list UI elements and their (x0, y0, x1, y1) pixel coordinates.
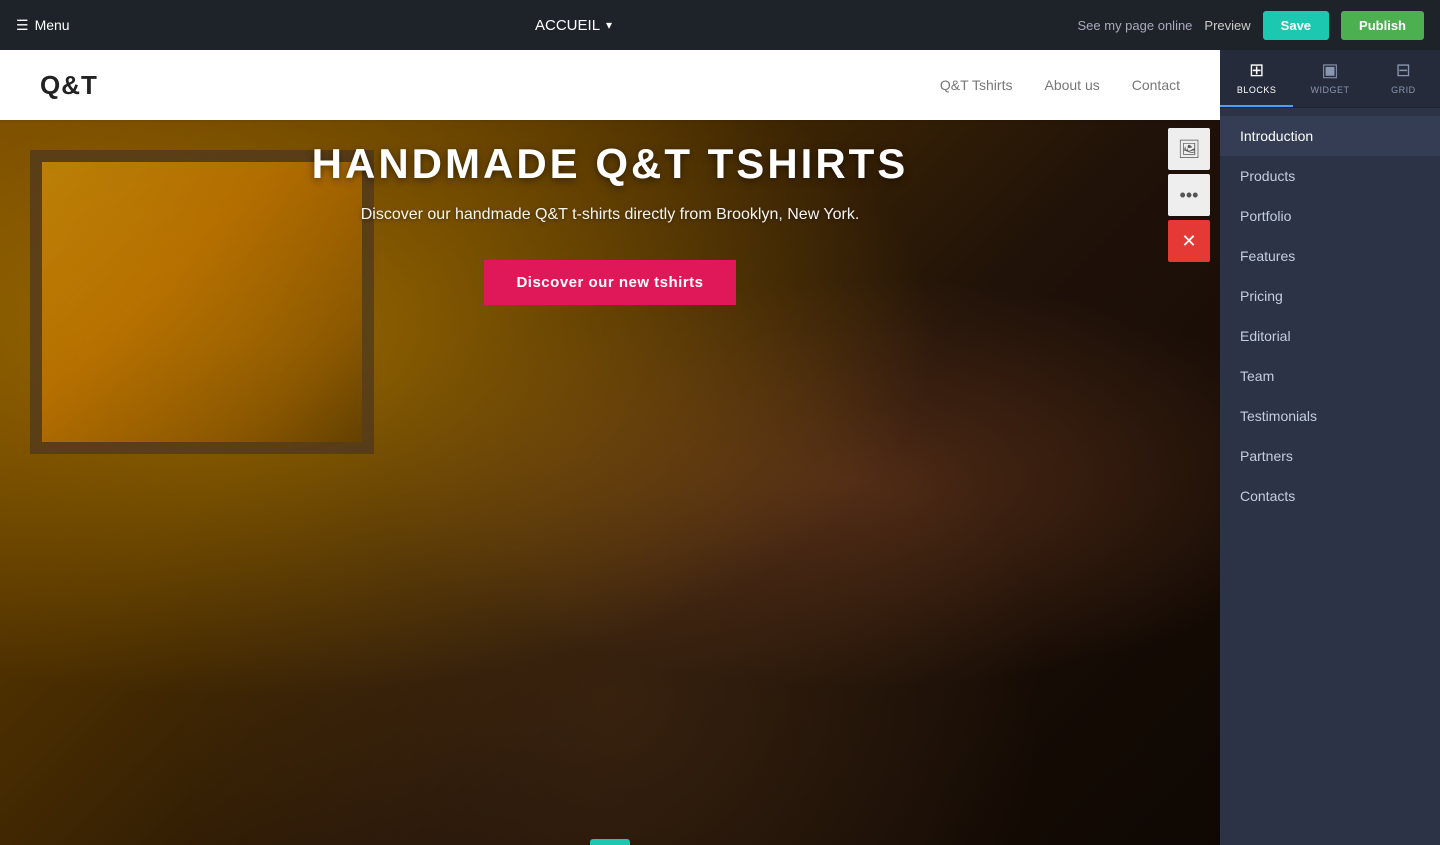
dots-icon: ••• (1180, 185, 1199, 206)
blocks-tab-icon: ⊞ (1249, 60, 1264, 81)
panel-item-team[interactable]: Team (1220, 356, 1440, 396)
menu-button[interactable]: ☰ Menu (16, 17, 70, 34)
menu-label: Menu (35, 17, 70, 33)
publish-button[interactable]: Publish (1341, 11, 1424, 40)
close-block-button[interactable]: ✕ (1168, 220, 1210, 262)
panel-item-introduction[interactable]: Introduction (1220, 116, 1440, 156)
grid-tab-icon: ⊟ (1396, 60, 1411, 81)
hero-subtitle: Discover our handmade Q&T t-shirts direc… (20, 206, 1200, 224)
tab-widget[interactable]: ▣ WIDGET (1293, 50, 1366, 107)
hero-content: HANDMADE Q&T TSHIRTS Discover our handma… (0, 120, 1220, 325)
grid-tab-label: GRID (1391, 85, 1416, 95)
preview-button[interactable]: Preview (1204, 18, 1250, 33)
hero-title: HANDMADE Q&T TSHIRTS (20, 140, 1200, 188)
panel-item-partners[interactable]: Partners (1220, 436, 1440, 476)
panel-item-testimonials[interactable]: Testimonials (1220, 396, 1440, 436)
right-panel: ⊞ BLOCKS ▣ WIDGET ⊟ GRID Introduction Pr… (1220, 50, 1440, 845)
image-tool-button[interactable]: 🖼 (1168, 128, 1210, 170)
topbar: ☰ Menu ACCUEIL ▾ See my page online Prev… (0, 0, 1440, 50)
panel-item-products[interactable]: Products (1220, 156, 1440, 196)
nav-link-about[interactable]: About us (1044, 77, 1099, 93)
panel-item-features[interactable]: Features (1220, 236, 1440, 276)
site-nav: Q&T Q&T Tshirts About us Contact (0, 50, 1220, 120)
site-logo: Q&T (40, 70, 98, 101)
hero-section: HANDMADE Q&T TSHIRTS Discover our handma… (0, 120, 1220, 845)
close-icon: ✕ (1181, 231, 1196, 252)
nav-link-tshirts[interactable]: Q&T Tshirts (940, 77, 1013, 93)
hero-cta-button[interactable]: Discover our new tshirts (484, 260, 735, 305)
chevron-down-icon: ▾ (606, 18, 612, 32)
blocks-tab-label: BLOCKS (1237, 85, 1277, 95)
canvas-area: Q&T Q&T Tshirts About us Contact HANDMAD… (0, 50, 1220, 845)
panel-item-portfolio[interactable]: Portfolio (1220, 196, 1440, 236)
panel-item-pricing[interactable]: Pricing (1220, 276, 1440, 316)
hamburger-icon: ☰ (16, 17, 29, 34)
panel-tabs: ⊞ BLOCKS ▣ WIDGET ⊟ GRID (1220, 50, 1440, 108)
nav-link-contact[interactable]: Contact (1132, 77, 1180, 93)
more-options-button[interactable]: ••• (1168, 174, 1210, 216)
topbar-left: ☰ Menu (16, 17, 70, 34)
side-toolbar: 🖼 ••• ✕ (1168, 128, 1210, 262)
bottom-indicator (590, 839, 630, 845)
page-name: ACCUEIL (535, 17, 600, 34)
panel-items: Introduction Products Portfolio Features… (1220, 108, 1440, 845)
website-preview: Q&T Q&T Tshirts About us Contact HANDMAD… (0, 50, 1220, 845)
panel-item-editorial[interactable]: Editorial (1220, 316, 1440, 356)
widget-tab-label: WIDGET (1310, 85, 1349, 95)
image-icon: 🖼 (1178, 139, 1201, 160)
tab-blocks[interactable]: ⊞ BLOCKS (1220, 50, 1293, 107)
site-nav-links: Q&T Tshirts About us Contact (940, 77, 1180, 93)
topbar-right: See my page online Preview Save Publish (1078, 11, 1425, 40)
tab-grid[interactable]: ⊟ GRID (1367, 50, 1440, 107)
see-online-link[interactable]: See my page online (1078, 18, 1193, 33)
widget-tab-icon: ▣ (1321, 60, 1338, 81)
main-layout: Q&T Q&T Tshirts About us Contact HANDMAD… (0, 50, 1440, 845)
page-selector[interactable]: ACCUEIL ▾ (535, 17, 612, 34)
panel-item-contacts[interactable]: Contacts (1220, 476, 1440, 516)
save-button[interactable]: Save (1263, 11, 1329, 40)
